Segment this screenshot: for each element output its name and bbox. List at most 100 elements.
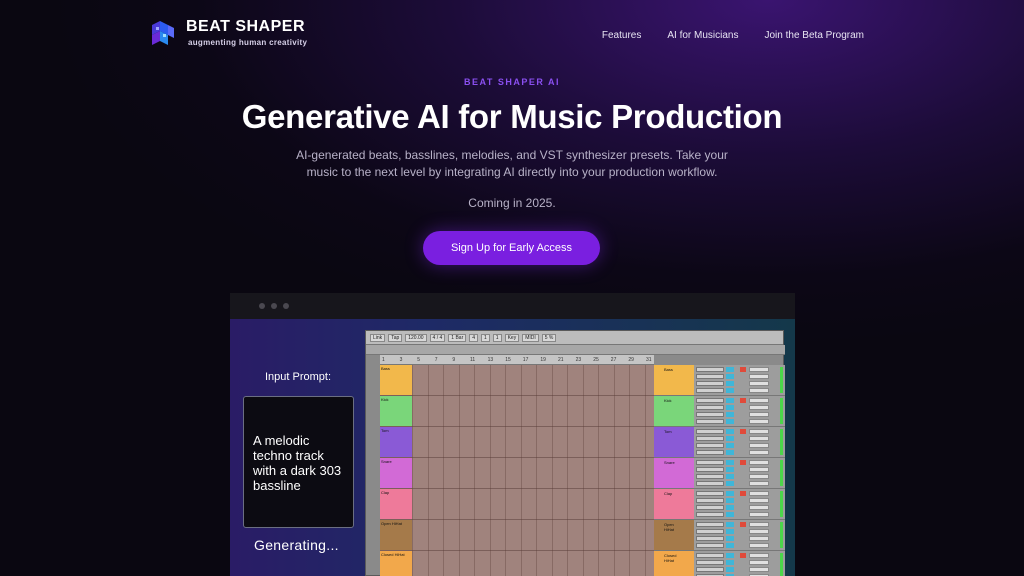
grid-line	[598, 365, 599, 576]
mixer-fader	[749, 522, 769, 527]
mixer-knob	[726, 543, 734, 548]
hero-headline: Generative AI for Music Production	[241, 98, 783, 135]
mixer-track-name: Snare	[654, 458, 694, 488]
mixer-level-meter	[780, 522, 783, 548]
beat-shaper-logo-icon[interactable]	[148, 17, 176, 47]
ruler-tick-label: 23	[575, 357, 582, 363]
daw-toolbar: Link Tap 120.00 4 / 41 Bar 4 1 1 Key MIDI 5 %	[366, 331, 783, 345]
mixer-knob	[726, 474, 734, 479]
grid-line	[458, 365, 460, 576]
ruler-tick-label: 21	[558, 357, 564, 363]
mixer-fader	[749, 536, 769, 541]
prompt-input[interactable]: A melodic techno track with a dark 303 b…	[243, 396, 354, 528]
brand-tagline: augmenting human creativity	[188, 38, 308, 47]
grid-line	[582, 365, 584, 576]
nav-link-features[interactable]: Features	[602, 30, 641, 41]
mixer-knob	[726, 529, 734, 534]
grid-line	[443, 365, 444, 576]
daw-screenshot: Link Tap 120.00 4 / 41 Bar 4 1 1 Key MIDI 5 % 135…	[365, 330, 785, 576]
mixer-routing-control	[696, 398, 724, 403]
mixer-knob	[726, 498, 734, 503]
mixer-routing-control	[696, 460, 724, 465]
ruler-tick-label: 29	[628, 357, 634, 363]
mixer-panel: Bass Kick Tom Snare Clap Open HiHat Closed HiH…	[654, 365, 785, 576]
mixer-fader	[749, 405, 769, 410]
daw-toolbar-button: Link	[370, 333, 386, 342]
mixer-routing-control	[696, 367, 724, 372]
ruler-tick-label: 15	[505, 357, 511, 363]
demo-window: Input Prompt: A melodic techno track wit…	[230, 293, 795, 576]
mixer-level-meter	[780, 367, 783, 393]
mixer-arm-button	[740, 429, 746, 434]
mixer-routing-control	[696, 374, 724, 379]
mixer-routing-control	[696, 481, 724, 486]
daw-toolbar-button: 1	[492, 333, 502, 342]
mixer-level-meter	[780, 398, 783, 424]
mixer-fader	[749, 436, 769, 441]
mixer-knob	[726, 405, 734, 410]
early-access-button[interactable]: Sign Up for Early Access	[423, 231, 600, 265]
ruler-tick-label: 5	[417, 357, 420, 363]
mixer-routing-control	[696, 450, 724, 455]
mixer-knob	[726, 522, 734, 527]
mixer-routing-control	[696, 405, 724, 410]
grid-line	[567, 365, 568, 576]
grid-line	[551, 365, 553, 576]
daw-toolbar-button: 1	[481, 333, 490, 342]
mixer-routing-control	[696, 429, 724, 434]
mixer-routing-control	[696, 467, 724, 472]
generating-status: Generating...	[254, 537, 339, 553]
mixer-routing-control	[696, 436, 724, 441]
mixer-track-name: Closed HiHat	[654, 551, 694, 576]
ruler-tick-label: 17	[522, 357, 529, 363]
mixer-routing-control	[696, 567, 724, 572]
mixer-row: Snare	[654, 458, 785, 489]
mixer-routing-control	[696, 498, 724, 503]
mixer-knob	[726, 553, 734, 558]
grid-line	[427, 365, 429, 576]
daw-toolbar-button: 120.00	[405, 333, 427, 342]
mixer-arm-button	[740, 491, 746, 496]
mixer-knob	[726, 536, 734, 541]
mixer-knob	[726, 398, 734, 403]
mixer-row: Kick	[654, 396, 785, 427]
nav-link-ai-for-musicians[interactable]: AI for Musicians	[667, 30, 738, 41]
track-clip: Closed HiHat	[380, 551, 412, 576]
grid-line	[505, 365, 506, 576]
demo-body: Input Prompt: A melodic techno track wit…	[230, 319, 795, 576]
grid-line	[536, 365, 537, 576]
grid-line	[613, 365, 615, 576]
daw-toolbar-button: 1 Bar	[448, 333, 467, 342]
ruler-tick-label: 3	[399, 357, 403, 363]
mixer-routing-control	[696, 388, 724, 393]
daw-ruler: 1 3 5 7 9 11 13 15 17 19 21 23 25 27 29 31	[380, 355, 654, 365]
mixer-routing-control	[696, 381, 724, 386]
mixer-knob	[726, 429, 734, 434]
mixer-track-name: Bass	[654, 365, 694, 395]
ruler-tick-label: 31	[646, 357, 652, 363]
ruler-tick-label: 13	[487, 357, 494, 363]
mixer-fader	[749, 388, 769, 393]
mixer-fader	[749, 560, 769, 565]
mixer-fader	[749, 467, 769, 472]
mixer-knob	[726, 567, 734, 572]
mixer-knob	[726, 388, 734, 393]
hero-eyebrow: BEAT SHAPER AI	[463, 77, 560, 87]
mixer-routing-control	[696, 536, 724, 541]
mixer-row: Closed HiHat	[654, 551, 785, 576]
grid-line	[489, 365, 491, 576]
mixer-fader	[749, 450, 769, 455]
mixer-row: Open HiHat	[654, 520, 785, 551]
mixer-row: Bass	[654, 365, 785, 396]
brand-name[interactable]: BEAT SHAPER	[186, 18, 305, 36]
mixer-track-name: Clap	[654, 489, 694, 519]
window-dot-icon	[259, 303, 265, 309]
track-clip: Clap	[380, 489, 412, 519]
nav-link-join-beta[interactable]: Join the Beta Program	[765, 30, 865, 41]
mixer-fader	[749, 491, 769, 496]
mixer-level-meter	[780, 491, 783, 517]
grid-line	[629, 365, 630, 576]
hero-subtext: AI-generated beats, basslines, melodies,…	[296, 148, 728, 179]
mixer-track-name: Open HiHat	[654, 520, 694, 550]
nav-links: Features AI for Musicians Join the Beta …	[602, 30, 864, 41]
